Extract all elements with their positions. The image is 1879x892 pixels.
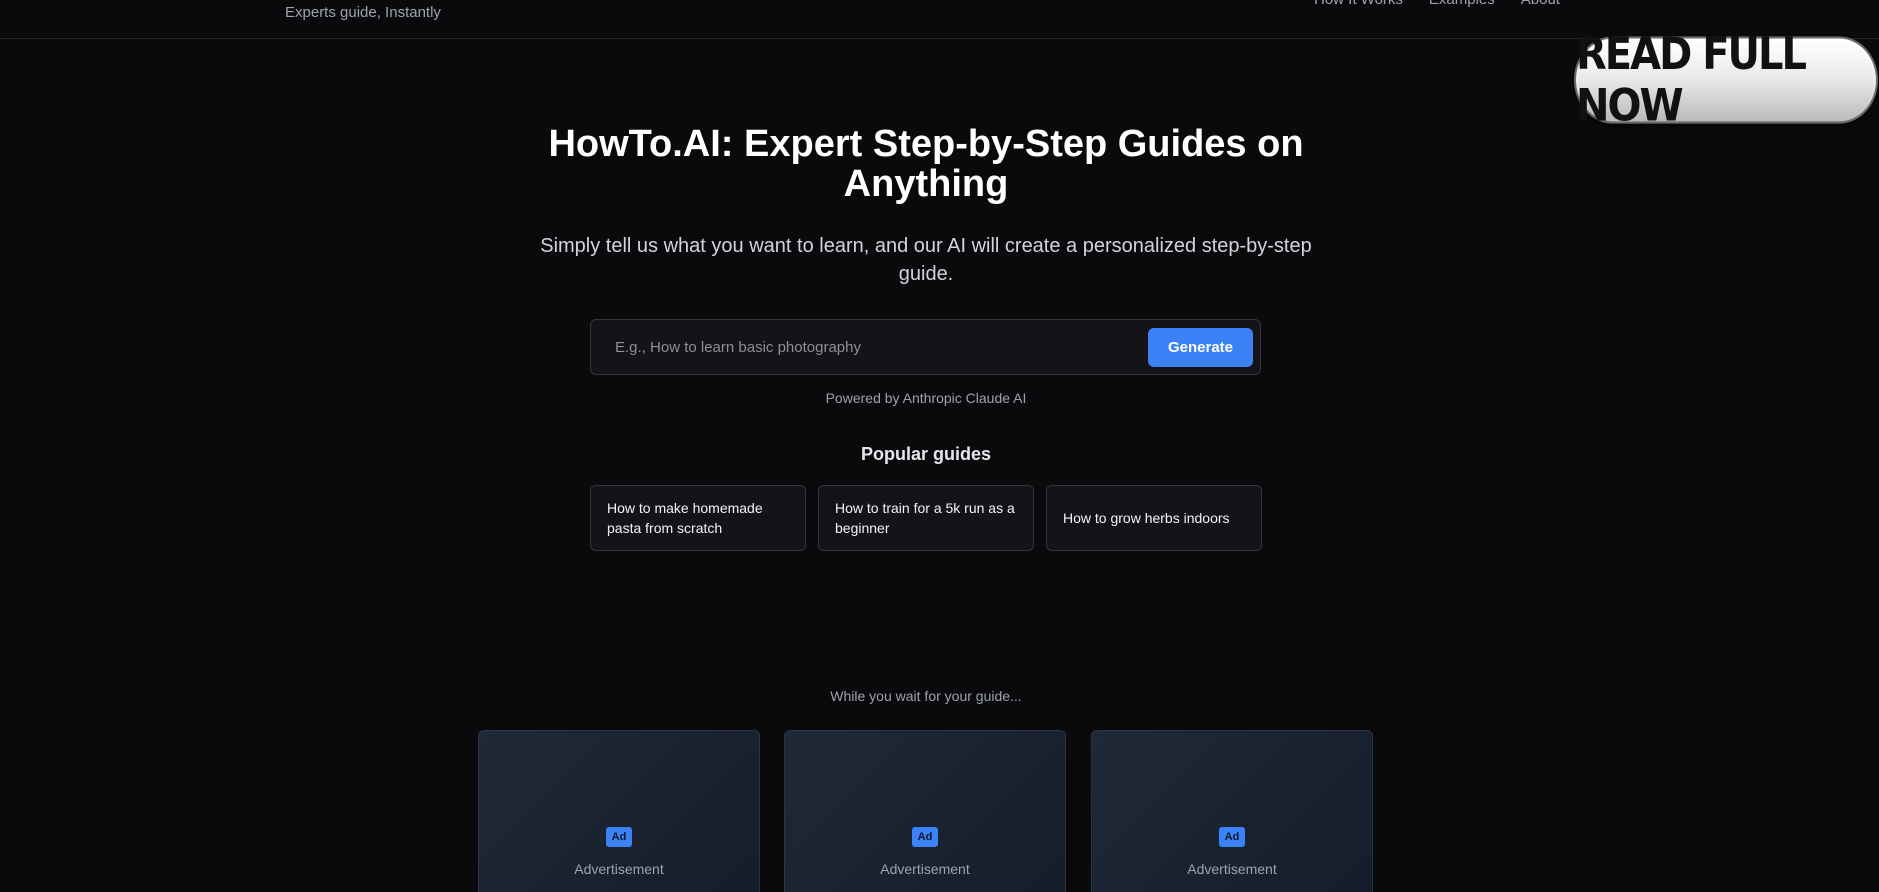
popular-guides-list: How to make homemade pasta from scratch … [590, 485, 1262, 551]
guide-topic-input[interactable] [605, 330, 1145, 364]
ad-badge-icon: Ad [912, 827, 938, 847]
popular-guide-card[interactable]: How to make homemade pasta from scratch [590, 485, 806, 551]
hero-subtitle: Simply tell us what you want to learn, a… [540, 235, 1312, 285]
generate-button[interactable]: Generate [1148, 328, 1253, 367]
main-nav: How It Works Examples About [1314, 0, 1560, 8]
ad-label: Advertisement [1187, 861, 1277, 877]
search-box: Generate [590, 319, 1261, 375]
ad-card[interactable]: Ad Advertisement [478, 730, 760, 892]
ad-label: Advertisement [574, 861, 664, 877]
ads-intro-text: While you wait for your guide... [830, 688, 1022, 704]
ad-label: Advertisement [880, 861, 970, 877]
popular-guides-heading: Popular guides [860, 444, 992, 464]
popular-guide-label: How to train for a 5k run as a beginner [835, 500, 1015, 536]
ad-badge-icon: Ad [1219, 827, 1245, 847]
nav-link-how-it-works[interactable]: How It Works [1314, 0, 1403, 8]
popular-guide-label: How to make homemade pasta from scratch [607, 500, 763, 536]
powered-by-text: Powered by Anthropic Claude AI [825, 390, 1027, 406]
read-full-now-button[interactable]: READ FULL NOW [1574, 28, 1878, 132]
popular-guide-card[interactable]: How to grow herbs indoors [1046, 485, 1262, 551]
page: Experts guide, Instantly How It Works Ex… [0, 0, 1879, 892]
ad-card[interactable]: Ad Advertisement [1091, 730, 1373, 892]
hero-title: HowTo.AI: Expert Step-by-Step Guides on … [548, 123, 1304, 205]
nav-link-about[interactable]: About [1521, 0, 1560, 8]
nav-link-examples[interactable]: Examples [1429, 0, 1495, 8]
ad-badge-icon: Ad [606, 827, 632, 847]
popular-guide-card[interactable]: How to train for a 5k run as a beginner [818, 485, 1034, 551]
ad-card[interactable]: Ad Advertisement [784, 730, 1066, 892]
popular-guide-label: How to grow herbs indoors [1063, 510, 1230, 526]
site-tagline: Experts guide, Instantly [285, 4, 441, 21]
